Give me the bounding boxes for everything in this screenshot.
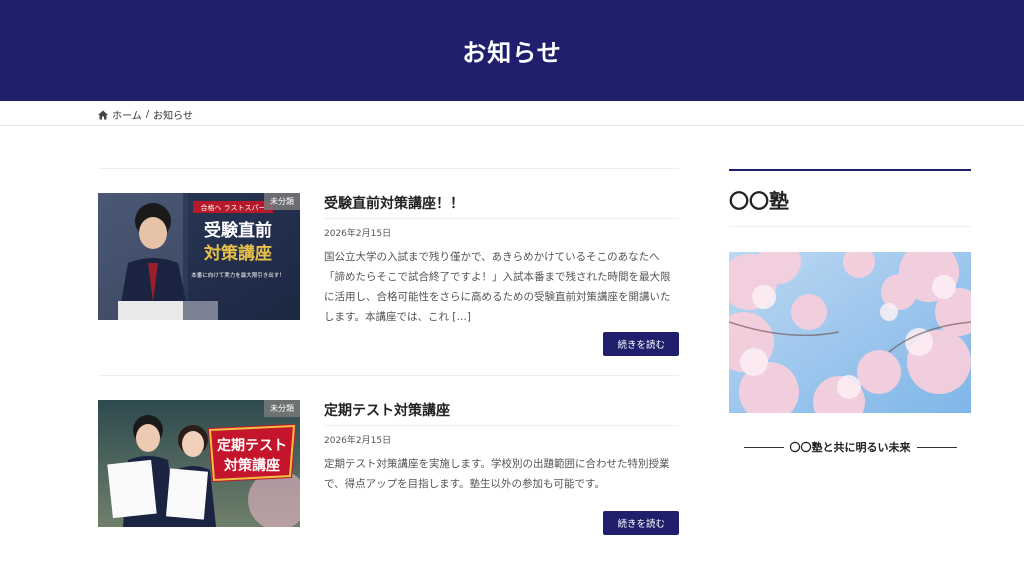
breadcrumb-bar: ホーム / お知らせ — [0, 101, 1024, 126]
post-title[interactable]: 受験直前対策講座！！ — [324, 193, 464, 213]
category-badge[interactable]: 未分類 — [264, 400, 300, 417]
home-icon — [98, 110, 108, 119]
sidebar-title: 〇〇塾 — [729, 189, 789, 213]
post-date: 2026年2月15日 — [324, 436, 392, 446]
post-thumbnail[interactable]: 定期テスト 対策講座 未分類 — [98, 400, 300, 527]
post-excerpt: 定期テスト対策講座を実施します。学校別の出題範囲に合わせた特別授業で、得点アップ… — [324, 458, 670, 490]
post-card: 定期テスト 対策講座 未分類 定期テスト対策講座 2026年2月15日 定期テス… — [98, 376, 679, 582]
post-divider — [324, 425, 679, 426]
read-more-button[interactable]: 続きを読む — [603, 332, 679, 356]
caption-line-left — [743, 446, 784, 448]
thumbnail-image: 合格へ ラストスパー 受験直前 対策講座 本番に向けて実力を最大限引き出す！ — [98, 193, 300, 320]
breadcrumb: ホーム / お知らせ — [98, 107, 193, 122]
post-card: 合格へ ラストスパー 受験直前 対策講座 本番に向けて実力を最大限引き出す！ 未… — [98, 169, 679, 375]
page-title: お知らせ — [462, 39, 562, 67]
post-date: 2026年2月15日 — [324, 229, 392, 239]
breadcrumb-home-link[interactable]: ホーム — [112, 107, 142, 122]
page-header: お知らせ — [0, 0, 1024, 101]
thumbnail-image: 定期テスト 対策講座 — [98, 400, 300, 527]
sidebar-divider — [729, 226, 971, 227]
svg-text:定期テスト: 定期テスト — [217, 437, 287, 454]
post-excerpt: 国公立大学の入試まで残り僅かで、あきらめかけているそこのあなたへ「諦めたらそこで… — [324, 251, 671, 323]
svg-text:本番に向けて実力を最大限引き出す！: 本番に向けて実力を最大限引き出す！ — [191, 271, 285, 279]
svg-text:合格へ ラストスパー: 合格へ ラストスパー — [200, 203, 265, 212]
sidebar-accent-line — [729, 169, 971, 171]
post-title[interactable]: 定期テスト対策講座 — [324, 400, 450, 420]
breadcrumb-current: お知らせ — [153, 111, 193, 122]
svg-text:対策講座: 対策講座 — [203, 243, 272, 264]
svg-text:受験直前: 受験直前 — [204, 220, 272, 241]
post-thumbnail[interactable]: 合格へ ラストスパー 受験直前 対策講座 本番に向けて実力を最大限引き出す！ 未… — [98, 193, 300, 320]
sidebar-caption-text: 〇〇塾と共に明るい未来 — [789, 441, 911, 454]
sidebar-caption: 〇〇塾と共に明るい未来 — [729, 439, 971, 455]
cherry-blossom-image — [729, 252, 971, 413]
sidebar: 〇〇塾 〇〇塾と共に明るい未来 — [729, 169, 971, 455]
svg-text:対策講座: 対策講座 — [223, 457, 280, 474]
post-list: 合格へ ラストスパー 受験直前 対策講座 本番に向けて実力を最大限引き出す！ 未… — [98, 168, 679, 582]
post-divider — [324, 218, 679, 219]
caption-line-right — [916, 446, 957, 448]
read-more-button[interactable]: 続きを読む — [603, 511, 679, 535]
category-badge[interactable]: 未分類 — [264, 193, 300, 210]
breadcrumb-separator: / — [145, 109, 150, 120]
